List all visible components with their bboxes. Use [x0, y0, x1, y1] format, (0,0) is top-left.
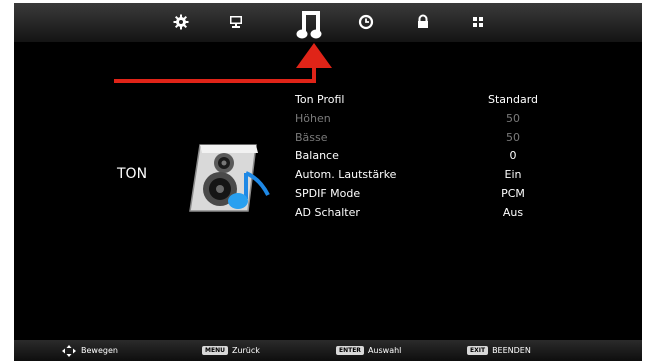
setting-label: Höhen: [295, 112, 331, 125]
setting-row-autom-lautstaerke[interactable]: Autom. Lautstärke Ein: [295, 165, 575, 184]
red-pointer-arrow: [114, 43, 332, 83]
section-title: TON: [117, 166, 148, 182]
hint-exit-label: BEENDEN: [492, 346, 531, 355]
setting-value: 50: [506, 112, 520, 125]
setting-label: Balance: [295, 149, 339, 162]
enter-key-icon: ENTER: [336, 346, 364, 355]
setting-row-balance[interactable]: Balance 0: [295, 146, 575, 165]
grid-apps-icon[interactable]: [469, 13, 487, 31]
hint-move-label: Bewegen: [81, 346, 118, 355]
setting-label: SPDIF Mode: [295, 187, 361, 200]
hint-enter: ENTER Auswahl: [336, 340, 401, 361]
setting-row-hoehen: Höhen 50: [295, 109, 575, 128]
setting-value: Ein: [504, 168, 522, 181]
speaker-icon: [189, 144, 270, 212]
settings-gear-icon[interactable]: [172, 13, 190, 31]
menu-key-icon: MENU: [202, 346, 228, 355]
hint-enter-label: Auswahl: [367, 346, 402, 355]
setting-value: 50: [506, 131, 520, 144]
hint-menu-label: Zurück: [231, 346, 260, 355]
setting-label: Ton Profil: [295, 93, 345, 106]
osd-panel: TON Ton Profil Standard Höhen 50 Bässe 5…: [14, 3, 642, 361]
music-note-icon[interactable]: [294, 6, 328, 42]
setting-row-ton-profil[interactable]: Ton Profil Standard: [295, 90, 575, 109]
setting-label: Autom. Lautstärke: [295, 168, 397, 181]
setting-value: Aus: [502, 206, 524, 219]
move-arrows-icon: [62, 344, 76, 357]
setting-row-spdif-mode[interactable]: SPDIF Mode PCM: [295, 184, 575, 203]
setting-row-baesse: Bässe 50: [295, 128, 575, 147]
setting-value: 0: [509, 149, 517, 162]
clock-icon[interactable]: [357, 13, 375, 31]
tv-screen: TON Ton Profil Standard Höhen 50 Bässe 5…: [0, 0, 656, 364]
lock-icon[interactable]: [414, 13, 432, 31]
setting-row-ad-schalter[interactable]: AD Schalter Aus: [295, 203, 575, 222]
hint-menu: MENU Zurück: [202, 340, 260, 361]
hint-exit: EXIT BEENDEN: [467, 340, 531, 361]
exit-key-icon: EXIT: [467, 346, 489, 355]
hint-move: Bewegen: [62, 340, 118, 361]
setting-value: Standard: [487, 93, 539, 106]
monitor-icon[interactable]: [227, 13, 245, 31]
top-menu-bar: [14, 3, 642, 42]
setting-label: Bässe: [295, 131, 328, 144]
setting-value: PCM: [501, 187, 525, 200]
setting-label: AD Schalter: [295, 206, 360, 219]
footer-hint-bar: Bewegen MENU Zurück ENTER Auswahl EXIT BEEN…: [14, 340, 642, 361]
